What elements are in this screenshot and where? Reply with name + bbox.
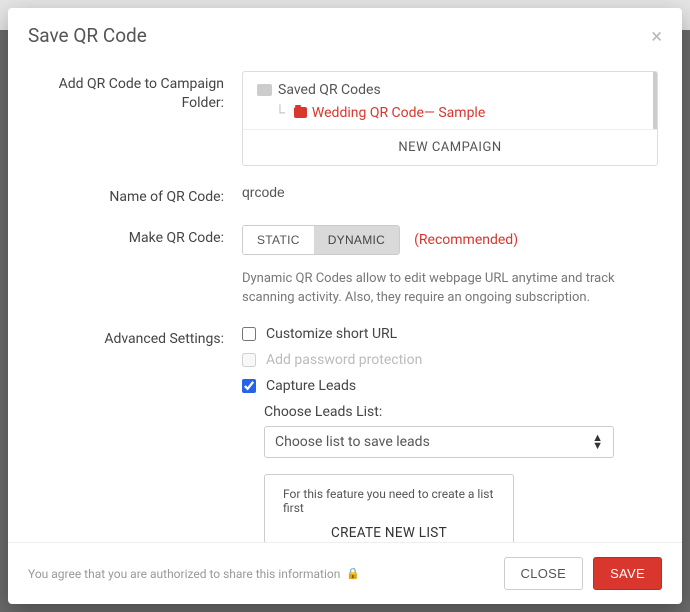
close-icon[interactable]: ×: [651, 26, 662, 46]
new-campaign-button[interactable]: NEW CAMPAIGN: [243, 129, 657, 165]
password-checkbox: [242, 353, 256, 367]
capture-leads-row[interactable]: Capture Leads: [242, 378, 658, 394]
capture-leads-label: Capture Leads: [266, 378, 356, 394]
save-qr-modal: Save QR Code × Add QR Code to Campaign F…: [8, 8, 682, 604]
password-row: Add password protection: [242, 352, 658, 368]
customize-url-row[interactable]: Customize short URL: [242, 326, 658, 342]
static-toggle[interactable]: STATIC: [243, 226, 314, 254]
save-button[interactable]: SAVE: [593, 557, 662, 590]
qr-name-input[interactable]: [242, 184, 658, 200]
dynamic-toggle[interactable]: DYNAMIC: [314, 226, 399, 254]
create-list-hint: For this feature you need to create a li…: [283, 487, 495, 515]
select-arrows-icon: ▲▼: [592, 434, 603, 449]
create-list-hint-box: For this feature you need to create a li…: [264, 474, 514, 542]
capture-leads-checkbox[interactable]: [242, 379, 256, 393]
choose-list-caption: Choose Leads List:: [264, 404, 658, 420]
leads-list-placeholder: Choose list to save leads: [275, 434, 430, 450]
lock-icon: 🔒: [346, 567, 360, 580]
advanced-label: Advanced Settings:: [32, 326, 242, 349]
folder-root[interactable]: Saved QR Codes: [253, 82, 643, 98]
qr-type-toggle: STATIC DYNAMIC: [242, 225, 400, 255]
create-new-list-button[interactable]: CREATE NEW LIST: [283, 525, 495, 541]
folder-child-label: Wedding QR Code— Sample: [312, 105, 485, 121]
modal-title: Save QR Code: [28, 24, 147, 47]
campaign-folder-box: Saved QR Codes └ Wedding QR Code— Sample…: [242, 71, 658, 166]
folder-child[interactable]: └ Wedding QR Code— Sample: [253, 104, 643, 121]
leads-list-select[interactable]: Choose list to save leads ▲▼: [264, 426, 614, 458]
type-help-text: Dynamic QR Codes allow to edit webpage U…: [242, 269, 658, 308]
recommended-label: (Recommended): [414, 232, 518, 248]
type-label: Make QR Code:: [32, 225, 242, 248]
tree-connector-icon: └: [275, 104, 285, 121]
folder-icon: [294, 107, 307, 118]
customize-url-label: Customize short URL: [266, 326, 397, 342]
folder-label: Add QR Code to Campaign Folder:: [32, 71, 242, 113]
customize-url-checkbox[interactable]: [242, 327, 256, 341]
legal-text: You agree that you are authorized to sha…: [28, 567, 340, 581]
password-label: Add password protection: [266, 352, 422, 368]
close-button[interactable]: CLOSE: [504, 557, 584, 590]
name-label: Name of QR Code:: [32, 184, 242, 207]
folder-icon: [257, 84, 272, 96]
folder-root-label: Saved QR Codes: [278, 82, 381, 98]
